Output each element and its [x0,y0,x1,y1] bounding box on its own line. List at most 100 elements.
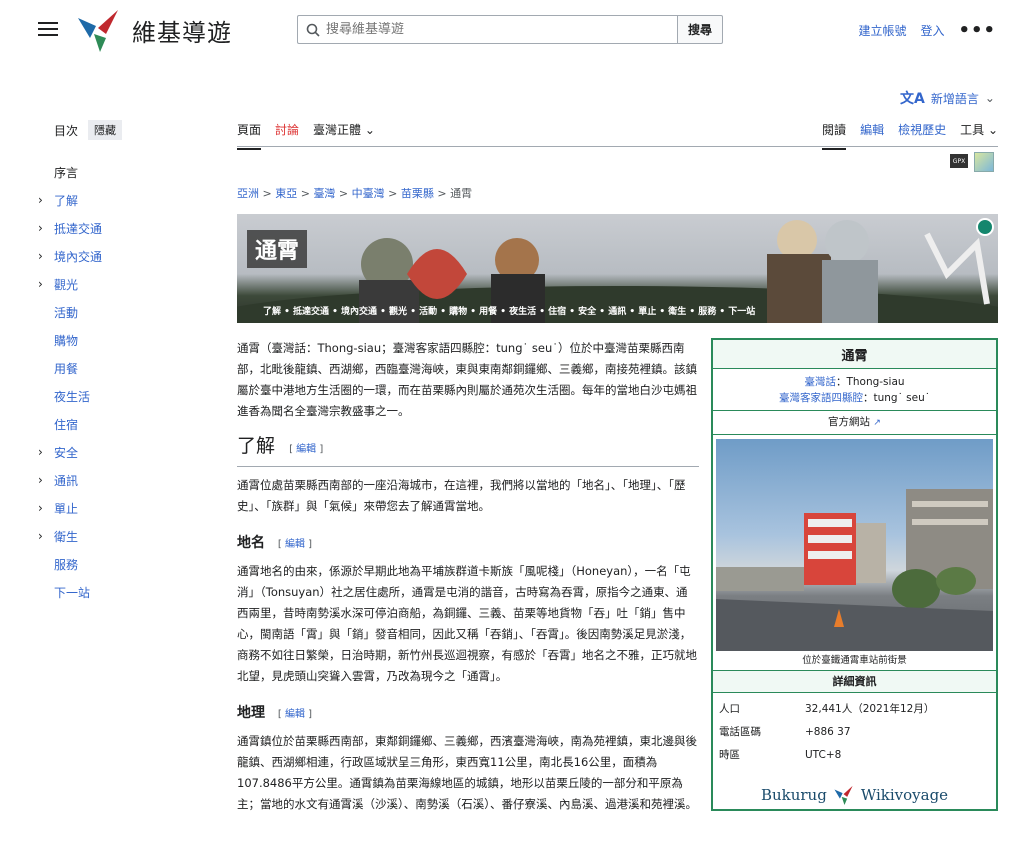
breadcrumb-current: 通霄 [450,187,473,200]
tab-talk[interactable]: 討論 [275,121,299,150]
edit-link[interactable]: 編輯 [296,444,316,455]
table-of-contents: 目次 隱藏 序言 › 了解 › 抵達交通 › 境內交通 › 觀光 活動 購物 用餐 夜生活 住宿 › 安全 › 通… [38,120,208,606]
breadcrumb-asia[interactable]: 亞洲 [237,187,259,200]
infobox-pronunciation: 臺灣話：Thong-siau 臺灣客家語四縣腔：tung˙ seu˙ [713,369,996,411]
name-paragraph: 通霄地名的由來，係源於早期此地為平埔族群道卡斯族「風呢棧」（Honeyan），一… [237,564,697,683]
chevron-right-icon[interactable]: › [38,445,43,459]
search-field[interactable] [297,15,677,44]
tab-history[interactable]: 檢視歷史 [898,121,946,150]
ellipsis-icon[interactable]: ••• [958,20,996,41]
section-geo-heading: 地理 [ 編輯 ] [237,703,699,725]
toc-item[interactable]: 夜生活 [38,382,208,410]
toc-item-label: 安全 [54,445,79,460]
breadcrumb-central-taiwan[interactable]: 中臺灣 [352,187,385,200]
chevron-right-icon[interactable]: › [38,277,43,291]
edit-section-link[interactable]: [ 編輯 ] [289,444,323,455]
page-banner: 通霄 了解 • 抵達交通 • 境內交通 • 觀光 • 活動 • 購物 • 用餐 … [237,214,998,323]
toc-item[interactable]: 活動 [38,298,208,326]
search-icon [306,23,320,37]
toc-item-label: 住宿 [54,417,79,432]
toc-item[interactable]: › 了解 [38,186,208,214]
toc-item-label: 用餐 [54,361,79,376]
chevron-right-icon[interactable]: › [38,249,43,263]
chevron-right-icon[interactable]: › [38,529,43,543]
toc-item[interactable]: › 單止 [38,494,208,522]
pron2-value: ：tung˙ seu˙ [862,392,930,404]
map-icon[interactable] [974,152,994,172]
wikivoyage-logo-icon [834,785,853,805]
geo-paragraph: 通霄鎮位於苗栗縣西南部，東鄰銅鑼鄉、三義鄉，西濱臺灣海峽，南為苑裡鎮，東北邊與後… [237,734,697,811]
toc-item[interactable]: 序言 [38,158,208,186]
gpx-icon[interactable]: GPX [950,154,968,168]
login-link[interactable]: 登入 [920,22,944,39]
pron1-link[interactable]: 臺灣話 [804,376,836,388]
breadcrumb-east-asia[interactable]: 東亞 [275,187,297,200]
toc-item-label: 抵達交通 [54,221,103,236]
site-logo[interactable]: 維基導遊 [76,8,232,52]
row-value: UTC+8 [805,748,842,761]
pron1-value: ：Thong-siau [835,376,905,388]
toc-item[interactable]: 服務 [38,550,208,578]
edit-section-link[interactable]: [ 編輯 ] [278,709,312,720]
wikivoyage-logo-icon [78,10,118,52]
chevron-right-icon[interactable]: › [38,501,43,515]
edit-link[interactable]: 編輯 [285,539,305,550]
row-key: 電話區碼 [719,726,761,738]
search-button[interactable]: 搜尋 [677,15,723,44]
details-table: 人口 32,441人（2021年12月） 電話區碼 +886 37 時區 UTC+8 [713,693,996,770]
toc-item[interactable]: 購物 [38,326,208,354]
edit-section-link[interactable]: [ 編輯 ] [278,539,312,550]
toc-item[interactable]: › 衛生 [38,522,208,550]
toc-item[interactable]: › 觀光 [38,270,208,298]
table-row: 人口 32,441人（2021年12月） [719,697,990,720]
toc-item[interactable]: › 通訊 [38,466,208,494]
row-value: 32,441人（2021年12月） [805,703,935,715]
chevron-right-icon[interactable]: › [38,193,43,207]
toc-item[interactable]: 用餐 [38,354,208,382]
breadcrumb: 亞洲 > 東亞 > 臺灣 > 中臺灣 > 苗栗縣 > 通霄 [237,187,473,200]
chevron-right-icon[interactable]: › [38,473,43,487]
tab-edit[interactable]: 編輯 [860,121,884,150]
page-indicators: GPX [950,152,994,172]
chevron-right-icon[interactable]: › [38,221,43,235]
table-row: 時區 UTC+8 [719,743,990,766]
toc-item[interactable]: 下一站 [38,578,208,606]
add-language-button[interactable]: 文A 新增語言 ⌄ [900,88,995,108]
banner-nav[interactable]: 了解 • 抵達交通 • 境內交通 • 觀光 • 活動 • 購物 • 用餐 • 夜… [263,304,755,317]
official-site-row: 官方網站 ↗ [713,411,996,435]
tab-tools[interactable]: 工具 ⌄ [960,121,998,150]
main-menu-icon[interactable] [38,22,58,38]
toc-list: 序言 › 了解 › 抵達交通 › 境內交通 › 觀光 活動 購物 用餐 夜生活 住宿 › 安全 › 通訊 › 單止 › 衛… [38,158,208,606]
search-input[interactable] [326,22,626,37]
street-photo [716,489,993,651]
check-icon [976,218,994,236]
breadcrumb-taiwan[interactable]: 臺灣 [313,187,335,200]
banner-title: 通霄 [247,230,308,268]
create-account-link[interactable]: 建立帳號 [858,22,906,39]
toc-item[interactable]: › 安全 [38,438,208,466]
toc-header: 目次 隱藏 [54,120,208,140]
toc-item-label: 通訊 [54,473,79,488]
chevron-down-icon: ⌄ [987,123,998,137]
pron2-link[interactable]: 臺灣客家語四縣腔 [779,392,863,404]
breadcrumb-miaoli[interactable]: 苗栗縣 [401,187,434,200]
table-row: 電話區碼 +886 37 [719,720,990,743]
translate-icon: 文A [900,91,925,107]
official-site-link[interactable]: 官方網站 [828,416,870,428]
toc-hide-button[interactable]: 隱藏 [88,120,123,140]
toc-item-label: 境內交通 [54,249,103,264]
toc-item[interactable]: 住宿 [38,410,208,438]
infobox-photo[interactable] [716,439,993,651]
infobox: 通霄 臺灣話：Thong-siau 臺灣客家語四縣腔：tung˙ seu˙ 官方… [711,338,998,811]
section-geo-title: 地理 [237,705,265,721]
toc-item[interactable]: › 境內交通 [38,242,208,270]
edit-link[interactable]: 編輯 [285,709,305,720]
toc-item-label: 夜生活 [54,389,91,404]
user-links: 建立帳號 登入 ••• [858,20,996,41]
tab-page[interactable]: 頁面 [237,121,262,150]
toc-item-label: 服務 [54,557,79,572]
footer-left-text: Bukurug [760,786,827,804]
tab-variant[interactable]: 臺灣正體 ⌄ [313,121,375,150]
tab-read[interactable]: 閱讀 [822,121,847,150]
toc-item[interactable]: › 抵達交通 [38,214,208,242]
